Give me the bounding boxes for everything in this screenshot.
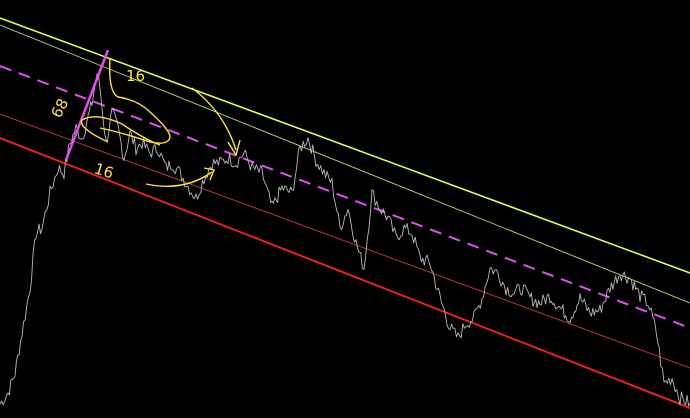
annotation-label-16-top: 16: [126, 67, 145, 85]
price-chart: 68 16 16: [0, 0, 690, 418]
